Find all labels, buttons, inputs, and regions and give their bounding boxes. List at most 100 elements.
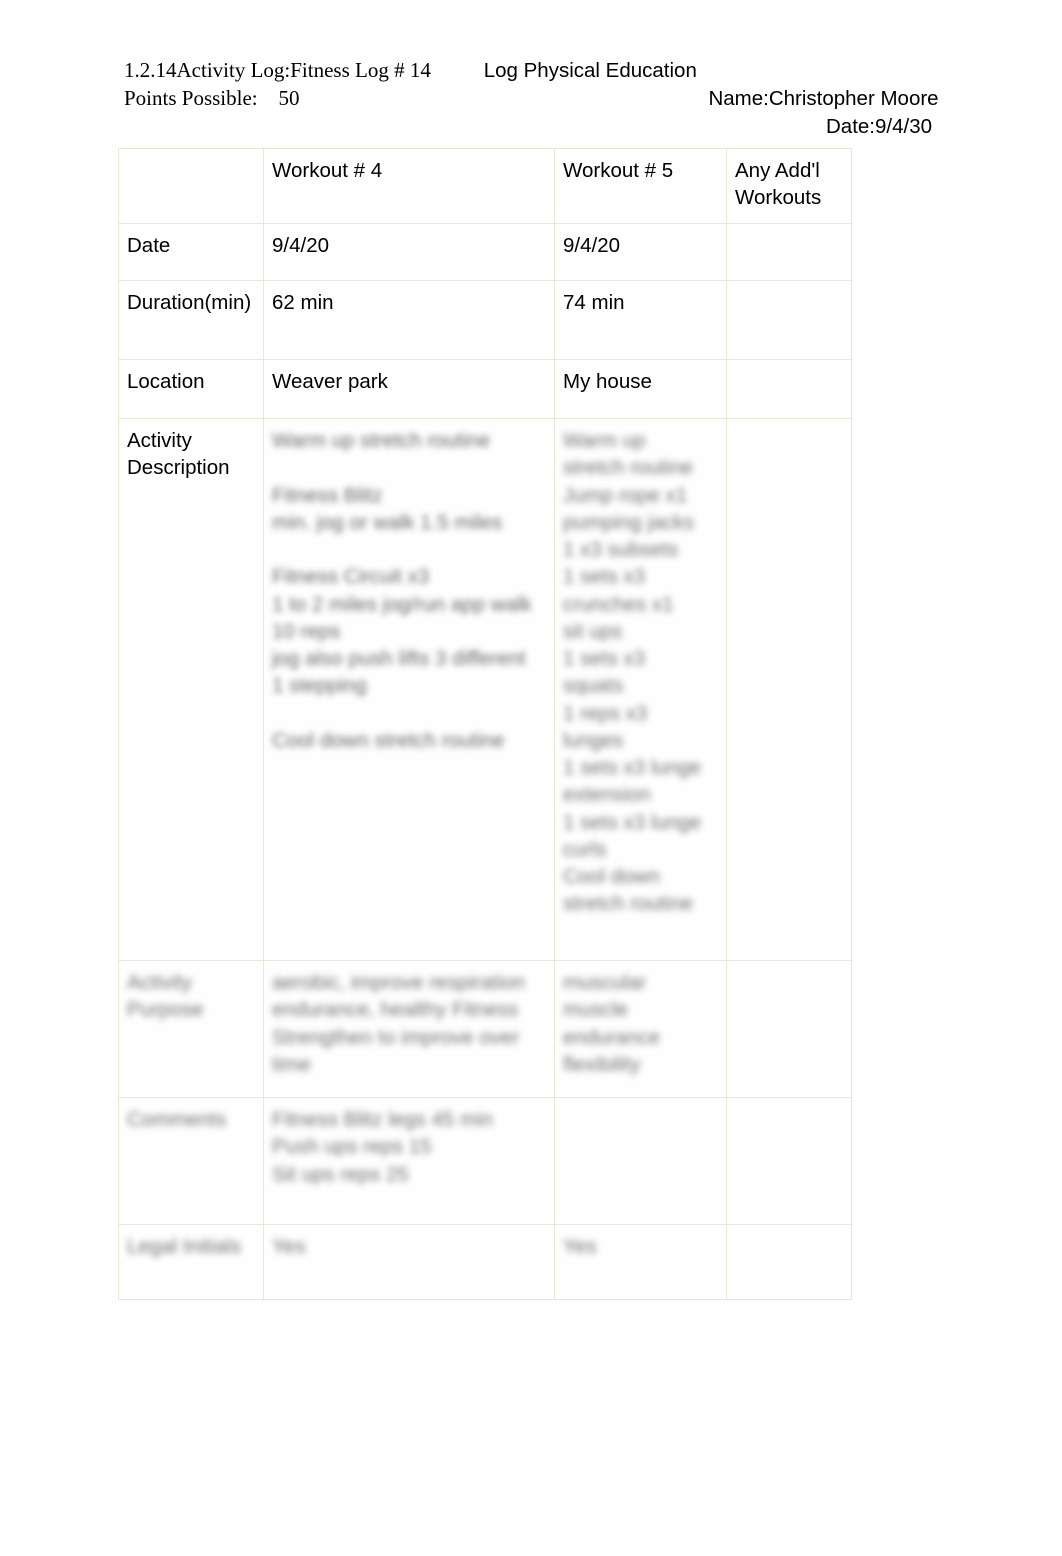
text-line: 1 reps x3 — [563, 701, 648, 725]
text-line: 1 sets x3 lunge — [563, 810, 701, 834]
table-row-duration: Duration(min) 62 min 74 min — [118, 280, 852, 360]
cell-purpose-workout-4: aerobic, improve respiration endurance, h… — [263, 960, 555, 1098]
text-line: Warm up — [563, 429, 646, 452]
cell-description-workout-5: Warm up stretch routine Jump rope x1 pumpin… — [554, 418, 727, 961]
table-row-date: Date 9/4/20 9/4/20 — [118, 223, 852, 281]
cell-location-additional — [726, 359, 852, 419]
text-line — [272, 454, 544, 481]
cell-initials-workout-4: Yes — [263, 1224, 555, 1300]
cell-purpose-workout-5: muscular muscle endurance flexibility — [554, 960, 727, 1098]
table-row-activity-purpose: Activity Purpose aerobic, improve respir… — [118, 960, 852, 1098]
text-line: 1 sets x3 — [563, 647, 646, 670]
text-line: 1 x3 subsets — [563, 538, 679, 561]
text-line: Cool down — [563, 865, 660, 888]
cell-initials-workout-5: Yes — [554, 1224, 727, 1300]
text-line: 1 stepping — [272, 674, 367, 698]
redacted-text-block: Warm up stretch routine Jump rope x1 pumpin… — [563, 427, 716, 918]
text-line: Strengthen to improve over — [272, 1025, 520, 1049]
redacted-text-block: Warm up stretch routine Fitness Blitz min… — [272, 427, 544, 754]
text-line: Warm up stretch routine — [272, 429, 490, 452]
text-line: 1 sets x3 lunge — [563, 756, 701, 779]
text-line: crunches x1 — [563, 592, 674, 616]
table-header-row: Workout # 4 Workout # 5 Any Add'l Workou… — [118, 148, 852, 224]
text-line: aerobic, improve respiration — [272, 971, 525, 994]
text-line: flexibility — [563, 1052, 641, 1076]
table-row-activity-description: Activity Description Warm up stretch rou… — [118, 418, 852, 961]
redacted-row-label: Activity Purpose — [127, 971, 204, 1022]
text-line: Fitness Blitz — [272, 483, 383, 507]
points-possible-value: 50 — [278, 86, 300, 110]
header-line-title: 1.2.14Activity Log:Fitness Log # 14 Log … — [124, 60, 697, 82]
text-line: Push ups reps 15 — [272, 1135, 432, 1159]
assignment-code: 1.2.14Activity Log:Fitness Log # 14 — [124, 58, 431, 82]
row-label-initials: Legal Initials — [118, 1224, 264, 1300]
points-possible-label: Points Possible: — [124, 86, 258, 110]
text-line: 1 sets x3 — [563, 565, 646, 589]
cell-duration-additional — [726, 280, 852, 360]
text-line: muscle — [563, 998, 628, 1022]
row-label-date: Date — [118, 223, 264, 281]
row-label-duration: Duration(min) — [118, 280, 264, 360]
text-line: stretch routine — [563, 456, 693, 480]
text-line: sit ups — [563, 619, 623, 643]
student-name: Name:Christopher Moore — [708, 87, 939, 110]
text-line: Fitness Blitz legs 45 min — [272, 1108, 494, 1131]
redacted-text: Yes — [272, 1235, 306, 1258]
text-line — [272, 700, 544, 727]
header-cell-workout-4: Workout # 4 — [263, 148, 555, 224]
document-date: Date:9/4/30 — [826, 115, 932, 138]
text-line: Fitness Circuit x3 — [272, 565, 430, 589]
text-line: curls — [563, 837, 607, 861]
cell-purpose-additional — [726, 960, 852, 1098]
text-line: Sit ups reps 25 — [272, 1162, 409, 1186]
cell-initials-additional — [726, 1224, 852, 1300]
cell-description-additional — [726, 418, 852, 961]
text-line: squats — [563, 674, 624, 698]
text-line: pumping jacks — [563, 510, 695, 534]
redacted-text-block: aerobic, improve respiration endurance, h… — [272, 969, 544, 1078]
header-cell-additional-workouts: Any Add'l Workouts — [726, 148, 852, 224]
cell-comments-additional — [726, 1097, 852, 1225]
redacted-text-block: muscular muscle endurance flexibility — [563, 969, 716, 1078]
cell-duration-workout-4: 62 min — [263, 280, 555, 360]
cell-description-workout-4: Warm up stretch routine Fitness Blitz min… — [263, 418, 555, 961]
text-line: 1 to 2 miles jog/run app walk — [272, 592, 532, 616]
row-label-location: Location — [118, 359, 264, 419]
row-label-activity-purpose: Activity Purpose — [118, 960, 264, 1098]
cell-duration-workout-5: 74 min — [554, 280, 727, 360]
header-line-date: Date:9/4/30 — [124, 115, 932, 138]
text-line: endurance — [563, 1025, 660, 1049]
table-row-comments: Comments Fitness Blitz legs 45 min Push u… — [118, 1097, 852, 1225]
redacted-row-label: Comments — [127, 1108, 227, 1131]
cell-location-workout-5: My house — [554, 359, 727, 419]
text-line: time — [272, 1052, 311, 1076]
header-line-points: Points Possible: 50 Name:Christopher Moo… — [124, 88, 939, 110]
text-line: lunges — [563, 728, 624, 752]
text-line — [272, 536, 544, 563]
cell-location-workout-4: Weaver park — [263, 359, 555, 419]
cell-date-additional — [726, 223, 852, 281]
redacted-row-label: Legal Initials — [127, 1235, 241, 1258]
header-cell-blank — [118, 148, 264, 224]
text-line: stretch routine — [563, 892, 693, 916]
text-line: 10 reps — [272, 619, 341, 643]
text-line: muscular — [563, 971, 647, 994]
cell-comments-workout-4: Fitness Blitz legs 45 min Push ups reps 1… — [263, 1097, 555, 1225]
text-line: extension — [563, 783, 651, 807]
redacted-text: Yes — [563, 1235, 597, 1258]
redacted-text-block: Fitness Blitz legs 45 min Push ups reps 1… — [272, 1106, 544, 1188]
cell-date-workout-5: 9/4/20 — [554, 223, 727, 281]
cell-date-workout-4: 9/4/20 — [263, 223, 555, 281]
table-row-location: Location Weaver park My house — [118, 359, 852, 419]
table-row-initials: Legal Initials Yes Yes — [118, 1224, 852, 1300]
row-label-comments: Comments — [118, 1097, 264, 1225]
text-line: min. jog or walk 1.5 miles — [272, 510, 503, 534]
text-line: endurance, healthy Fitness — [272, 998, 519, 1022]
text-line: jog also push lifts 3 different — [272, 647, 526, 670]
text-line: Cool down stretch routine — [272, 728, 505, 752]
cell-comments-workout-5 — [554, 1097, 727, 1225]
header-cell-workout-5: Workout # 5 — [554, 148, 727, 224]
fitness-log-table: Workout # 4 Workout # 5 Any Add'l Workou… — [118, 148, 852, 1300]
row-label-activity-description: Activity Description — [118, 418, 264, 961]
course-title: Log Physical Education — [483, 59, 697, 82]
